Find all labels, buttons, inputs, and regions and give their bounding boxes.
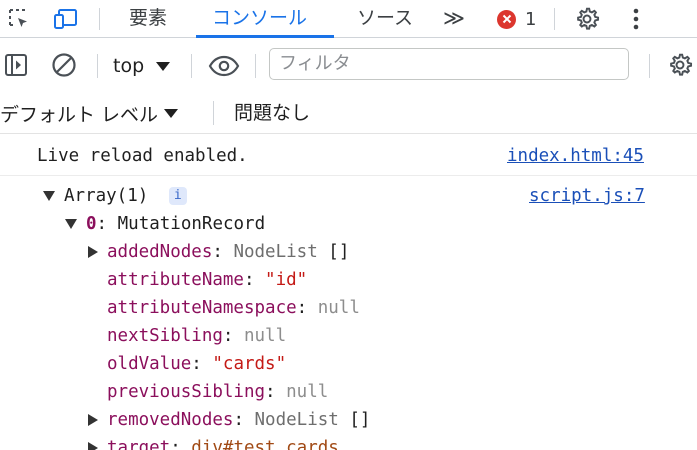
source-link[interactable]: script.js:7 [529, 183, 645, 209]
array-summary: Array(1) [64, 186, 149, 206]
property-value: "cards" [212, 354, 287, 374]
collapsed-triangle-icon[interactable] [86, 435, 100, 450]
clear-console-icon[interactable] [51, 52, 77, 78]
context-label: top [113, 55, 145, 77]
colon: : [191, 354, 213, 374]
device-toolbar-icon[interactable] [53, 6, 79, 32]
expanded-triangle-icon[interactable] [42, 183, 56, 209]
property-key: attributeNamespace [107, 298, 297, 318]
property-key: nextSibling [107, 326, 223, 346]
property-key: target [107, 438, 171, 450]
property-value: NodeList [254, 410, 339, 430]
sidebar-toggle-icon[interactable] [3, 52, 29, 78]
property-row: nextSibling: null [107, 323, 286, 349]
expanded-triangle-icon[interactable] [64, 211, 78, 237]
divider [649, 54, 650, 78]
property-value: null [243, 326, 287, 346]
colon: : [265, 382, 287, 402]
issues-counter[interactable]: 問題なし [234, 98, 310, 128]
source-link[interactable]: index.html:45 [507, 146, 644, 166]
property-value-brackets: [] [349, 410, 371, 430]
mutation-record-row[interactable]: 0: MutationRecord [64, 211, 265, 237]
colon: : [212, 242, 234, 262]
array-summary-row[interactable]: Array(1) i [42, 183, 187, 209]
property-row[interactable]: target: div#test.cards [86, 435, 339, 450]
dropdown-arrow-icon [156, 55, 171, 77]
context-selector[interactable]: top [113, 54, 171, 78]
colon: : [222, 326, 244, 346]
property-value: NodeList [233, 242, 318, 262]
settings-gear-icon[interactable] [574, 6, 600, 32]
active-tab-indicator [196, 35, 334, 38]
log-level-dropdown[interactable]: デフォルト レベル [0, 98, 179, 128]
tab-elements[interactable]: 要素 [129, 0, 167, 38]
colon: : [170, 438, 192, 450]
divider [99, 8, 100, 30]
filter-placeholder: フィルタ [279, 53, 351, 74]
property-key: oldValue [107, 354, 192, 374]
divider [97, 54, 98, 78]
console-toolbar: top フィルタ [0, 39, 697, 92]
colon: : [296, 298, 318, 318]
property-value: null [317, 298, 360, 318]
colon: : [243, 270, 266, 290]
console-message: Live reload enabled. index.html:45 [0, 134, 697, 176]
more-tabs-button[interactable]: ≫ [443, 0, 465, 38]
error-icon [497, 9, 516, 29]
record-type: MutationRecord [117, 214, 266, 234]
tab-console[interactable]: コンソール [212, 0, 307, 38]
property-value: null [286, 382, 329, 402]
property-value: div#test.cards [191, 438, 339, 450]
devtools-tab-bar: 要素 コンソール ソース ≫ 1 [0, 0, 697, 38]
log-level-bar: デフォルト レベル 問題なし [0, 92, 697, 134]
property-row: previousSibling: null [107, 379, 328, 405]
array-index: 0 [86, 214, 97, 234]
filter-input[interactable]: フィルタ [269, 48, 629, 80]
more-options-icon[interactable] [623, 6, 649, 32]
log-level-label: デフォルト レベル [0, 103, 159, 126]
property-value-brackets: [] [328, 242, 350, 262]
property-row[interactable]: addedNodes: NodeList [] [86, 239, 349, 265]
console-settings-gear-icon[interactable] [667, 52, 693, 78]
error-count: 1 [525, 8, 537, 30]
divider [213, 101, 214, 125]
divider [255, 54, 256, 78]
property-key: previousSibling [107, 382, 266, 402]
colon: : [233, 410, 255, 430]
colon: : [96, 214, 118, 234]
property-row: oldValue: "cards" [107, 351, 286, 377]
info-icon[interactable]: i [168, 187, 187, 205]
message-text: Live reload enabled. [37, 146, 248, 166]
live-expression-eye-icon[interactable] [207, 53, 241, 79]
collapsed-triangle-icon[interactable] [86, 239, 100, 265]
dropdown-arrow-icon [164, 102, 179, 124]
error-count-badge[interactable]: 1 [497, 7, 536, 31]
property-row: attributeName: "id" [107, 267, 307, 293]
divider [191, 54, 192, 78]
property-value: "id" [265, 270, 308, 290]
inspect-element-icon[interactable] [6, 6, 32, 32]
property-key: attributeName [107, 270, 244, 290]
property-key: removedNodes [107, 410, 234, 430]
divider [554, 8, 555, 30]
property-row[interactable]: removedNodes: NodeList [] [86, 407, 370, 433]
property-row: attributeNamespace: null [107, 295, 360, 321]
tab-sources[interactable]: ソース [357, 0, 413, 38]
collapsed-triangle-icon[interactable] [86, 407, 100, 433]
property-key: addedNodes [107, 242, 213, 262]
